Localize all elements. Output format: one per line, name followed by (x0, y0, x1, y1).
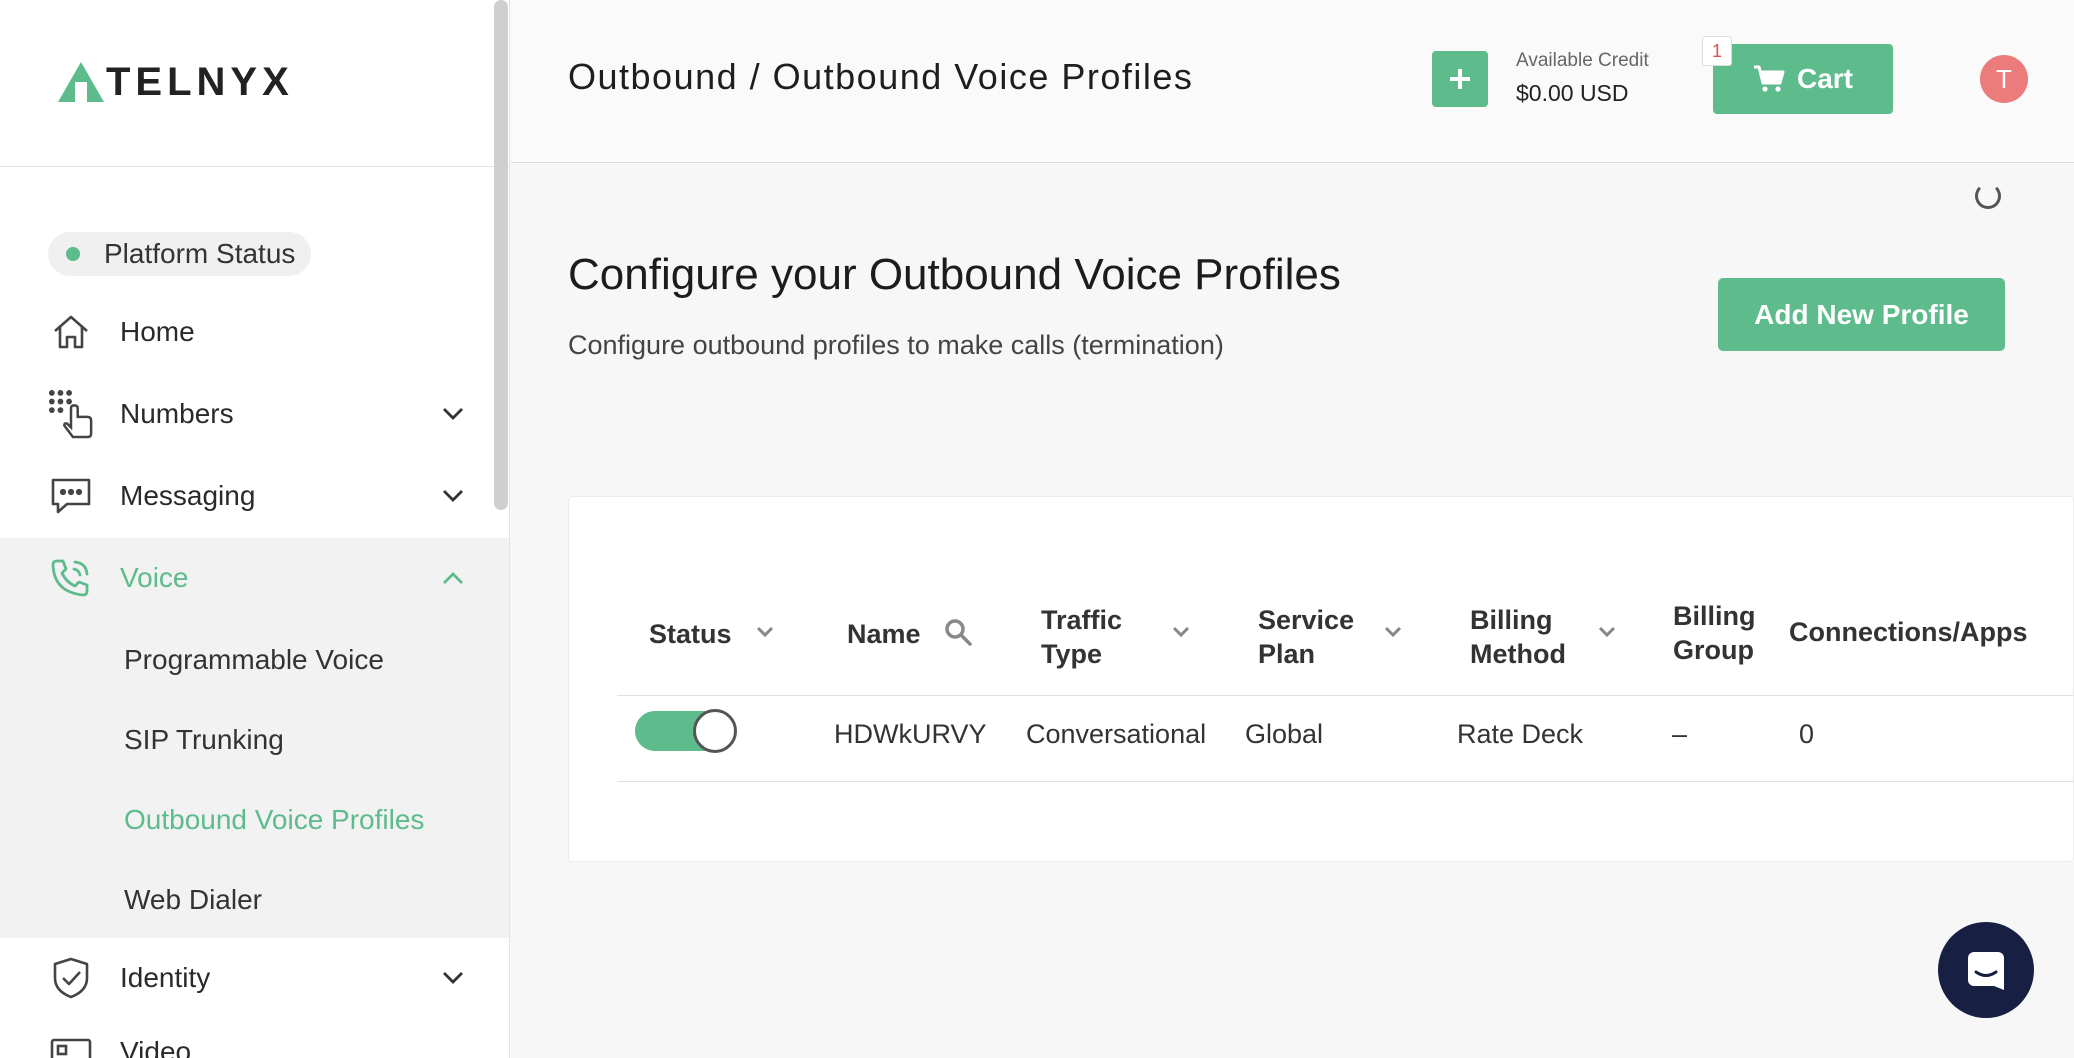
chevron-down-icon[interactable] (438, 963, 468, 993)
add-credit-button[interactable] (1432, 51, 1488, 107)
column-header-name[interactable]: Name (847, 617, 921, 651)
home-icon (48, 309, 94, 355)
chat-icon (1968, 952, 2004, 990)
sidebar-item-video[interactable]: Video (0, 1012, 509, 1058)
sidebar-item-numbers[interactable]: Numbers (0, 374, 509, 454)
cart-icon (1753, 65, 1785, 92)
breadcrumb: Outbound / Outbound Voice Profiles (568, 56, 1194, 97)
toggle-knob (693, 709, 737, 753)
profiles-table: Status Name Traffic Type Service Plan Bi… (568, 496, 2074, 862)
sidebar-item-voice[interactable]: Voice (0, 538, 509, 618)
sidebar-subitem-web-dialer[interactable]: Web Dialer (124, 884, 262, 916)
column-header-service-plan[interactable]: Service Plan (1258, 603, 1368, 671)
voice-icon (48, 555, 94, 601)
platform-status-label: Platform Status (104, 238, 296, 269)
telnyx-logo[interactable]: TELNYX (58, 60, 294, 104)
page-title: Configure your Outbound Voice Profiles (568, 250, 1341, 299)
video-icon (48, 1029, 94, 1058)
identity-icon (48, 955, 94, 1001)
chevron-up-icon[interactable] (438, 563, 468, 593)
sidebar-item-label: Home (120, 316, 195, 347)
credit-label: Available Credit (1516, 50, 1649, 71)
column-header-billing-method[interactable]: Billing Method (1470, 603, 1580, 671)
chat-launcher-button[interactable] (1938, 922, 2034, 1018)
sidebar-item-identity[interactable]: Identity (0, 938, 509, 1018)
top-header: Outbound / Outbound Voice Profiles Avail… (511, 0, 2074, 163)
telnyx-logo-mark (58, 62, 104, 102)
sidebar-item-label: Video (120, 1036, 192, 1058)
messaging-icon (48, 473, 94, 519)
chevron-down-icon[interactable] (438, 481, 468, 511)
sidebar-item-label: Numbers (120, 398, 234, 429)
column-header-connections-apps: Connections/Apps (1789, 617, 2028, 647)
sidebar-item-label: Messaging (120, 480, 256, 511)
sidebar-item-messaging[interactable]: Messaging (0, 456, 509, 536)
platform-status-pill[interactable]: Platform Status (48, 232, 312, 276)
user-avatar[interactable]: T (1980, 55, 2028, 103)
plus-icon (1450, 69, 1470, 89)
cart-count-badge: 1 (1702, 36, 1732, 66)
cell-traffic-type: Conversational (1026, 719, 1207, 749)
cell-billing-group: – (1672, 719, 1688, 749)
chevron-down-icon[interactable] (756, 625, 774, 643)
chevron-down-icon[interactable] (1384, 625, 1402, 643)
chevron-down-icon[interactable] (438, 399, 468, 429)
divider (617, 781, 2074, 782)
status-toggle[interactable] (635, 709, 737, 753)
sidebar-subitem-programmable-voice[interactable]: Programmable Voice (124, 644, 384, 676)
brand-name: TELNYX (106, 59, 294, 104)
sidebar-item-home[interactable]: Home (0, 292, 509, 372)
credit-value: $0.00 USD (1516, 80, 1629, 106)
search-icon[interactable] (943, 617, 973, 652)
sidebar-item-label: Voice (120, 562, 189, 593)
numbers-icon (48, 390, 94, 439)
loading-spinner-icon (1975, 183, 2001, 209)
divider (0, 166, 509, 167)
cell-connections: 0 (1799, 719, 1815, 749)
column-header-status[interactable]: Status (649, 617, 732, 651)
add-new-profile-button[interactable]: Add New Profile (1718, 278, 2005, 351)
sidebar: TELNYX Platform Status Home Numbers Mess… (0, 0, 510, 1058)
sidebar-item-label: Identity (120, 962, 211, 993)
divider (617, 695, 2074, 696)
cart-label: Cart (1796, 63, 1853, 94)
chevron-down-icon[interactable] (1598, 625, 1616, 643)
page-subtitle: Configure outbound profiles to make call… (568, 330, 1224, 360)
sidebar-subitem-sip-trunking[interactable]: SIP Trunking (124, 724, 284, 756)
status-dot-icon (66, 247, 80, 261)
sidebar-subitem-outbound-voice-profiles[interactable]: Outbound Voice Profiles (124, 804, 424, 836)
cell-billing-method: Rate Deck (1457, 719, 1584, 749)
cell-name[interactable]: HDWkURVY (834, 719, 987, 750)
sidebar-scrollbar[interactable] (494, 0, 508, 510)
cell-service-plan: Global (1245, 719, 1324, 749)
cart-button[interactable]: Cart (1713, 44, 1893, 114)
chevron-down-icon[interactable] (1172, 625, 1190, 643)
column-header-traffic-type[interactable]: Traffic Type (1041, 603, 1141, 671)
column-header-billing-group: Billing Group (1673, 601, 1756, 665)
voice-group: Voice Programmable Voice SIP Trunking Ou… (0, 538, 509, 938)
